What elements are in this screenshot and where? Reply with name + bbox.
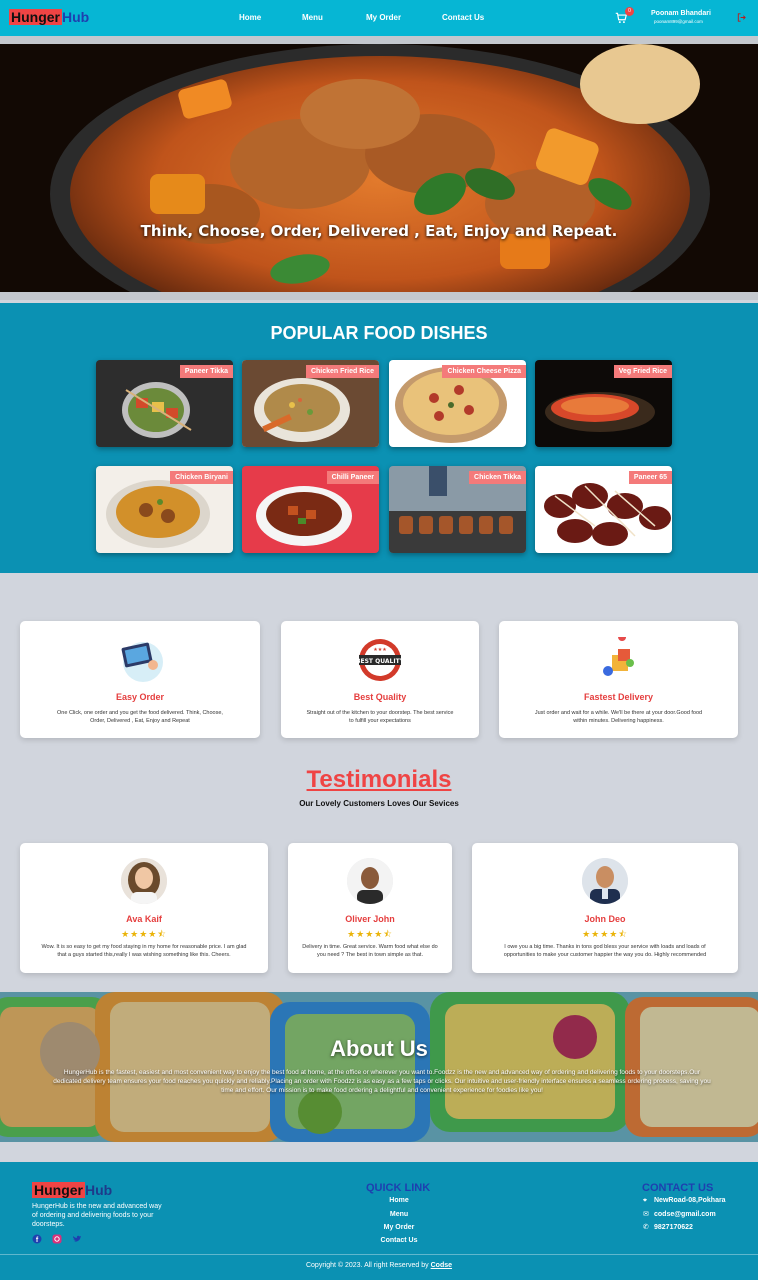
footer-contact-link[interactable]: Contact Us <box>350 1237 448 1244</box>
feature-card-easy-order: Easy Order One Click, one order and you … <box>20 621 260 738</box>
feature-card-best-quality: BEST QUALITY ★★★ Best Quality Straight o… <box>281 621 479 738</box>
dish-label: Chicken Fried Rice <box>305 365 379 378</box>
avatar <box>347 858 393 904</box>
feature-title: Fastest Delivery <box>583 692 654 702</box>
user-email: poonam899@gmail.com <box>654 19 703 24</box>
testimonial-card-john-deo: John Deo ★★★★⯪ I owe you a big time. Tha… <box>472 843 738 973</box>
dish-label: Paneer Tikka <box>179 365 233 378</box>
dish-label: Chicken Cheese Pizza <box>442 365 526 378</box>
nav-my-order-link[interactable]: My Order <box>366 13 401 22</box>
hero-tagline: Think, Choose, Order, Delivered , Eat, E… <box>140 222 618 240</box>
svg-text:★★★: ★★★ <box>373 647 387 653</box>
facebook-icon[interactable]: f <box>32 1234 42 1244</box>
hero-food-image <box>0 44 758 292</box>
testimonial-text: Wow. It is so easy to get my food stayin… <box>41 944 247 958</box>
logo-hub: Hub <box>62 9 90 25</box>
phone-text: 9827170622 <box>654 1224 693 1231</box>
feature-card-fastest-delivery: Fastest Delivery Just order and wait for… <box>499 621 738 738</box>
address-text: NewRoad-08,Pokhara <box>654 1197 726 1204</box>
copyright-brand-link[interactable]: Codse <box>431 1262 452 1269</box>
hero-banner: Think, Choose, Order, Delivered , Eat, E… <box>0 44 758 292</box>
testimonials-subtitle: Our Lovely Customers Loves Our Sevices <box>299 799 459 808</box>
dish-card-chicken-tikka[interactable]: Chicken Tikka <box>389 466 526 553</box>
best-quality-badge-icon: BEST QUALITY ★★★ <box>356 639 405 681</box>
logo-hunger: Hunger <box>9 9 62 25</box>
dish-label: Veg Fried Rice <box>613 365 672 378</box>
dish-card-chicken-biryani[interactable]: Chicken Biryani <box>96 466 233 553</box>
nav-contact-link[interactable]: Contact Us <box>442 13 484 22</box>
feature-text: Just order and wait for a while. We'll b… <box>534 710 703 724</box>
feature-title: Easy Order <box>115 692 165 702</box>
footer-logo[interactable]: Hunger Hub <box>32 1182 112 1198</box>
about-text: HungerHub is the fastest, easiest and mo… <box>53 1069 711 1094</box>
logo[interactable]: Hunger Hub <box>9 9 89 25</box>
tablet-order-icon <box>121 642 163 682</box>
footer-logo-hunger: Hunger <box>32 1182 85 1198</box>
dish-card-veg-fried-rice[interactable]: Veg Fried Rice <box>535 360 672 447</box>
footer: Hunger Hub HungerHub is the new and advan… <box>0 1162 758 1280</box>
user-name[interactable]: Poonam Bhandari <box>651 10 711 17</box>
svg-text:BEST QUALITY: BEST QUALITY <box>356 658 405 665</box>
contact-phone[interactable]: ✆ 9827170622 <box>643 1223 693 1231</box>
footer-my-order-link[interactable]: My Order <box>350 1224 448 1231</box>
contact-address: ⌖ NewRoad-08,Pokhara <box>643 1197 726 1205</box>
twitter-icon[interactable] <box>72 1234 82 1244</box>
dish-card-chilli-paneer[interactable]: Chilli Paneer <box>242 466 379 553</box>
nav-home-link[interactable]: Home <box>239 13 261 22</box>
contact-heading: CONTACT US <box>642 1182 714 1194</box>
footer-description: HungerHub is the new and advanced way of… <box>32 1203 162 1228</box>
dish-label: Chicken Biryani <box>170 471 233 484</box>
feature-text: Straight out of the kitchen to your door… <box>306 710 454 724</box>
star-rating: ★★★★⯪ <box>582 929 628 939</box>
footer-menu-link[interactable]: Menu <box>350 1211 448 1218</box>
dish-label: Chilli Paneer <box>326 471 379 484</box>
about-title: About Us <box>330 1036 428 1061</box>
instagram-icon[interactable] <box>52 1234 62 1244</box>
avatar <box>582 858 628 904</box>
logout-icon[interactable] <box>736 12 747 23</box>
contact-email[interactable]: ✉ codse@gmail.com <box>643 1210 716 1218</box>
copyright-text: Copyright © 2023. All right Reserved by <box>305 1262 429 1269</box>
dish-card-chicken-fried-rice[interactable]: Chicken Fried Rice <box>242 360 379 447</box>
footer-home-link[interactable]: Home <box>350 1197 448 1204</box>
nav-menu-link[interactable]: Menu <box>302 13 323 22</box>
popular-dishes-section: POPULAR FOOD DISHES Paneer Tikka Chicken… <box>0 303 758 573</box>
testimonial-card-oliver-john: Oliver John ★★★★⯪ Delivery in time. Grea… <box>288 843 452 973</box>
testimonials-title: Testimonials <box>306 766 452 793</box>
cart-count-badge: 0 <box>625 7 634 16</box>
phone-icon: ✆ <box>643 1224 649 1231</box>
testimonial-name: John Deo <box>584 914 626 924</box>
feature-text: One Click, one order and you get the foo… <box>57 710 223 724</box>
about-section: About Us HungerHub is the fastest, easie… <box>0 992 758 1142</box>
navbar: Hunger Hub Home Menu My Order Contact Us … <box>0 0 758 36</box>
about-background-image <box>0 992 758 1142</box>
footer-divider <box>0 1254 758 1255</box>
footer-logo-hub: Hub <box>85 1182 113 1198</box>
email-text: codse@gmail.com <box>654 1211 716 1218</box>
star-rating: ★★★★⯪ <box>347 929 393 939</box>
dish-card-paneer-65[interactable]: Paneer 65 <box>535 466 672 553</box>
mail-icon: ✉ <box>643 1211 649 1218</box>
location-icon: ⌖ <box>643 1197 647 1204</box>
dish-label: Chicken Tikka <box>469 471 526 484</box>
testimonial-card-ava-kaif: Ava Kaif ★★★★⯪ Wow. It is so easy to get… <box>20 843 268 973</box>
testimonial-name: Oliver John <box>345 914 395 924</box>
quick-link-heading: QUICK LINK <box>366 1182 431 1194</box>
popular-dishes-title: POPULAR FOOD DISHES <box>270 323 488 343</box>
avatar <box>121 858 167 904</box>
dish-label: Paneer 65 <box>628 471 672 484</box>
feature-title: Best Quality <box>353 692 407 702</box>
star-rating: ★★★★⯪ <box>121 929 167 939</box>
copyright: Copyright © 2023. All right Reserved by … <box>0 1262 758 1269</box>
dish-card-paneer-tikka[interactable]: Paneer Tikka <box>96 360 233 447</box>
testimonial-text: I owe you a big time. Thanks in tons god… <box>503 944 707 958</box>
dish-card-chicken-cheese-pizza[interactable]: Chicken Cheese Pizza <box>389 360 526 447</box>
delivery-icon <box>602 637 634 676</box>
testimonial-text: Delivery in time. Great service. Warm fo… <box>302 944 438 958</box>
testimonial-name: Ava Kaif <box>126 914 162 924</box>
